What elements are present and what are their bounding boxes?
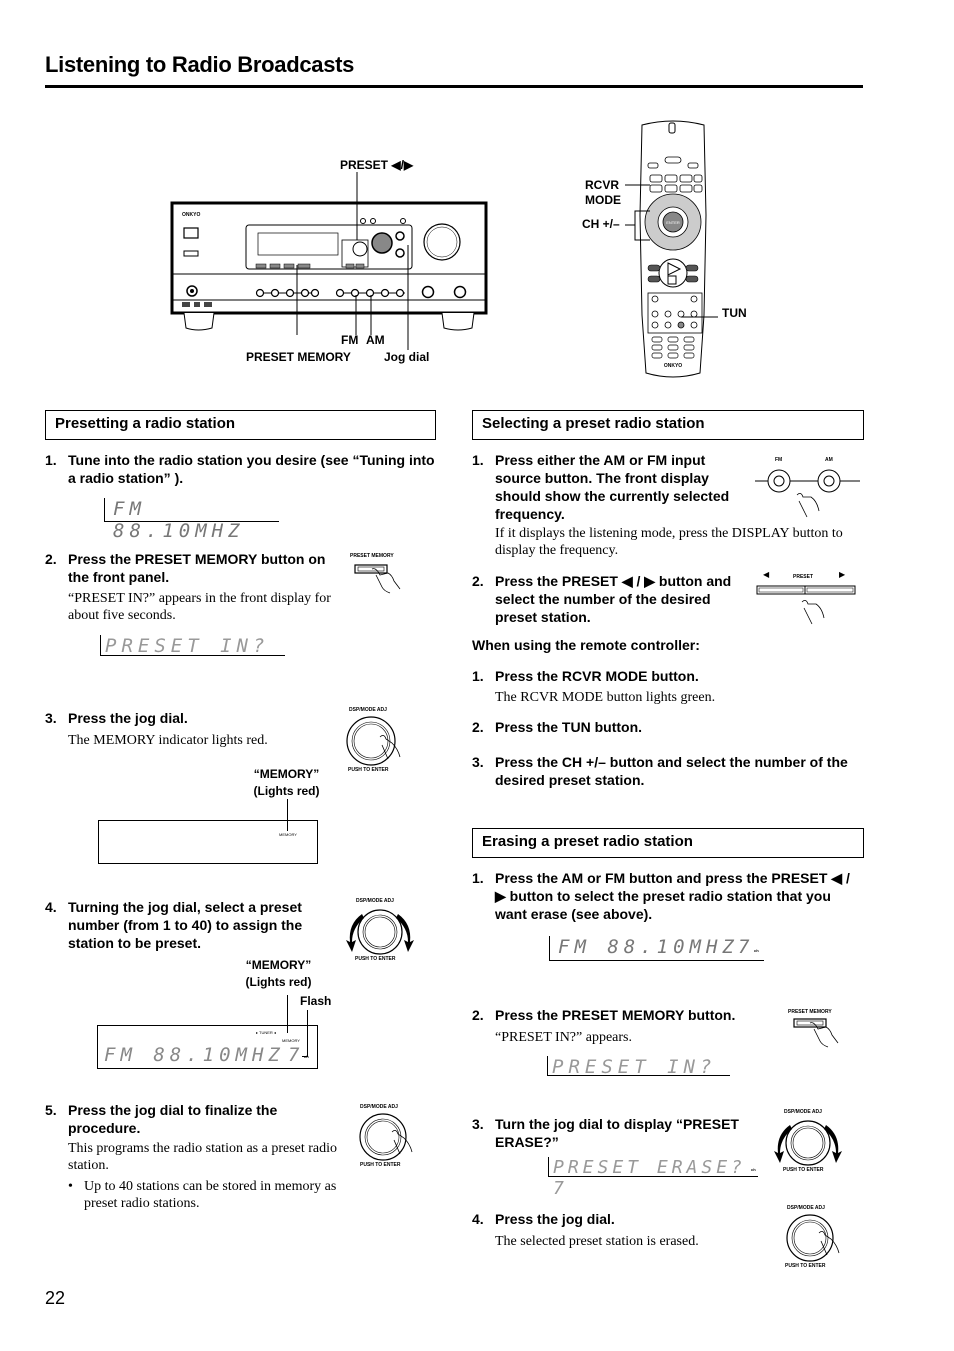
- step-text: Press the AM or FM button and press the …: [495, 870, 850, 922]
- step-text: Turn the jog dial to display “PRESET ERA…: [495, 1116, 739, 1150]
- fm-label: FM: [341, 333, 359, 347]
- step-text: Press either the AM or FM input source b…: [495, 452, 730, 522]
- preset-right-arrow-icon: ▶: [839, 570, 846, 579]
- step-number: 2.: [472, 1007, 484, 1023]
- step-number: 1.: [45, 452, 57, 468]
- selecting-step-1-body: If it displays the listening mode, press…: [495, 526, 843, 558]
- step-number: 1.: [472, 452, 484, 468]
- step-text: Press the PRESET ◀ / ▶ button and select…: [495, 573, 732, 625]
- step-text: Press the jog dial.: [68, 710, 188, 726]
- presetting-step-4: 4. Turning the jog dial, select a preset…: [45, 898, 335, 952]
- tun-label: TUN: [722, 306, 747, 320]
- fm-am-buttons-illustration: FM AM: [755, 455, 865, 520]
- step-number: 3.: [472, 754, 484, 770]
- step-text: Press the RCVR MODE button.: [495, 668, 699, 684]
- remote-step-1-body: The RCVR MODE button lights green.: [495, 690, 716, 705]
- step-number: 3.: [45, 710, 57, 726]
- page-number: 22: [45, 1288, 66, 1308]
- receiver-brand: ONKYO: [182, 212, 200, 218]
- erasing-step-3: 3. Turn the jog dial to display “PRESET …: [472, 1115, 762, 1151]
- step-text: Press the PRESET MEMORY button on the fr…: [68, 551, 326, 585]
- step-number: 3.: [472, 1116, 484, 1132]
- erasing-step-4: 4. Press the jog dial.: [472, 1210, 762, 1228]
- am-label: AM: [366, 333, 385, 347]
- selecting-heading: Selecting a preset radio station: [472, 410, 864, 440]
- presetting-step-5-bullet: • Up to 40 stations can be stored in mem…: [68, 1179, 337, 1211]
- step-number: 4.: [472, 1211, 484, 1227]
- erasing-step-1: 1. Press the AM or FM button and press t…: [472, 869, 864, 923]
- display-memory-indicator: MEMORY: [98, 820, 318, 864]
- presetting-step-1: 1. Tune into the radio station you desir…: [45, 451, 435, 487]
- step-number: 5.: [45, 1102, 57, 1118]
- jog-dial-label: Jog dial: [384, 350, 430, 364]
- presetting-step-3-body: The MEMORY indicator lights red.: [68, 733, 268, 748]
- memory-callout-2: “MEMORY” (Lights red): [245, 958, 312, 989]
- step-number: 2.: [472, 573, 484, 589]
- lcd-display-erase-frequency: FM 88.10MHZ 7 ch: [549, 936, 764, 961]
- presetting-step-5-body: This programs the radio station as a pre…: [68, 1141, 338, 1173]
- rcvr-mode-label-1: RCVR: [585, 178, 620, 192]
- preset-memory-button-illustration: PRESET MEMORY: [350, 553, 412, 598]
- remote-drawing: ENTER ONKYO: [625, 120, 718, 378]
- jog-dial-turn-illustration: DSP/MODE ADJ PUSH TO ENTER: [342, 898, 418, 968]
- jog-dial-press-illustration-2: DSP/MODE ADJ PUSH TO ENTER: [355, 1104, 425, 1174]
- title-rule: [45, 85, 863, 88]
- step-text: Turning the jog dial, select a preset nu…: [68, 899, 303, 951]
- lcd-display-frequency: FM 88.10MHZ: [104, 498, 279, 542]
- page-title: Listening to Radio Broadcasts: [45, 52, 355, 77]
- step-text: Tune into the radio station you desire (…: [68, 452, 435, 486]
- step-text: Press the jog dial to finalize the proce…: [68, 1102, 278, 1136]
- preset-memory-label: PRESET MEMORY: [246, 350, 351, 364]
- receiver-drawing: ONKYO: [170, 172, 488, 350]
- remote-step-1: 1. Press the RCVR MODE button.: [472, 667, 862, 685]
- memory-callout: “MEMORY” (Lights red): [253, 767, 320, 798]
- display-preset-number: ▸ TUNER ◂ MEMORY FM 88.10MHZ 7 ch: [97, 1025, 318, 1069]
- erasing-step-2: 2. Press the PRESET MEMORY button.: [472, 1006, 772, 1024]
- step-text: Press the PRESET MEMORY button.: [495, 1007, 736, 1023]
- presetting-step-5: 5. Press the jog dial to finalize the pr…: [45, 1101, 335, 1137]
- selecting-step-2: 2. Press the PRESET ◀ / ▶ button and sel…: [472, 572, 747, 626]
- step-text: Press the TUN button.: [495, 719, 643, 735]
- preset-left-arrow-icon: ◀: [763, 570, 770, 579]
- jog-dial-press-illustration-3: DSP/MODE ADJ PUSH TO ENTER: [782, 1205, 852, 1275]
- lcd-display-preset-in: PRESET IN?: [100, 635, 285, 657]
- jog-dial-turn-illustration-2: DSP/MODE ADJ PUSH TO ENTER: [770, 1109, 846, 1179]
- presetting-step-3: 3. Press the jog dial.: [45, 709, 335, 727]
- remote-figure: ENTER ONKYO RCVR MODE CH +/– TUN: [570, 115, 760, 385]
- selecting-step-1: 1. Press either the AM or FM input sourc…: [472, 451, 747, 523]
- lcd-display-preset-erase: PRESET ERASE? 7 ch: [548, 1157, 758, 1199]
- presetting-step-2: 2. Press the PRESET MEMORY button on the…: [45, 550, 335, 586]
- erasing-step-2-body: “PRESET IN?” appears.: [495, 1030, 632, 1045]
- remote-step-3: 3. Press the CH +/– button and select th…: [472, 753, 864, 789]
- presetting-step-2-body: “PRESET IN?” appears in the front displa…: [68, 591, 331, 623]
- presetting-heading: Presetting a radio station: [45, 410, 436, 440]
- preset-buttons-illustration: ◀ PRESET ▶: [755, 570, 860, 627]
- enter-button-label: ENTER: [666, 220, 680, 225]
- step-text: Press the CH +/– button and select the n…: [495, 754, 848, 788]
- step-number: 4.: [45, 899, 57, 915]
- jog-dial-press-illustration: DSP/MODE ADJ PUSH TO ENTER: [340, 707, 410, 777]
- erasing-heading: Erasing a preset radio station: [472, 828, 864, 858]
- erasing-step-4-body: The selected preset station is erased.: [495, 1234, 699, 1249]
- remote-controller-heading: When using the remote controller:: [472, 637, 700, 653]
- step-text: Press the jog dial.: [495, 1211, 615, 1227]
- step-number: 2.: [472, 719, 484, 735]
- step-number: 1.: [472, 870, 484, 886]
- preset-memory-button-illustration-2: PRESET MEMORY: [788, 1009, 850, 1054]
- remote-step-2: 2. Press the TUN button.: [472, 718, 862, 736]
- remote-brand: ONKYO: [664, 363, 682, 369]
- flash-label: Flash: [300, 994, 332, 1008]
- ch-label: CH +/–: [582, 217, 620, 231]
- receiver-figure: PRESET ◀/▶ ONKYO FM AM PRESET MEMORY Jog…: [160, 150, 500, 370]
- step-number: 1.: [472, 668, 484, 684]
- step-number: 2.: [45, 551, 57, 567]
- lcd-display-erase-preset-in: PRESET IN?: [547, 1056, 730, 1078]
- rcvr-mode-label-2: MODE: [585, 193, 621, 207]
